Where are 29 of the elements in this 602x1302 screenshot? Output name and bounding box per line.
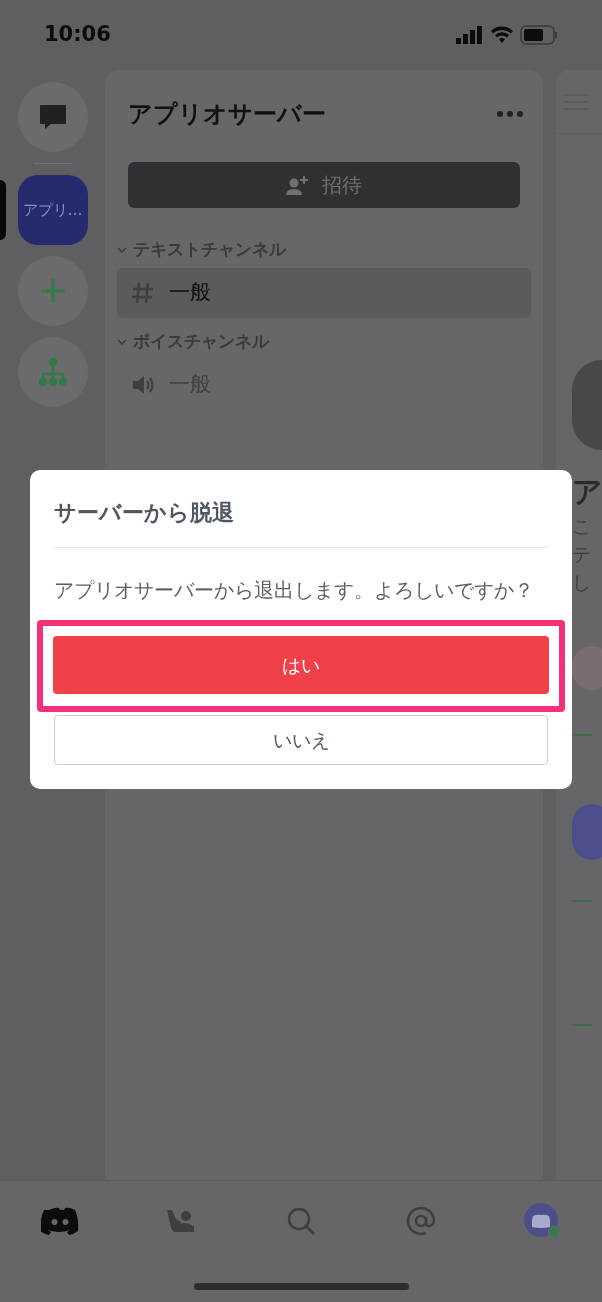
hierarchy-icon	[38, 358, 67, 386]
server-icon[interactable]: アプリ…	[17, 175, 88, 245]
cancel-button[interactable]: いいえ	[54, 715, 548, 765]
avatar	[572, 804, 602, 860]
avatar	[572, 646, 602, 690]
welcome-heading: ア	[572, 473, 602, 511]
battery-icon	[520, 25, 558, 45]
dialog-message: アプリオサーバーから退出します。よろしいですか？	[54, 577, 535, 604]
at-sign-icon	[406, 1206, 437, 1236]
plus-icon	[39, 278, 66, 304]
speaker-icon	[131, 373, 155, 397]
hash-icon	[131, 281, 155, 305]
logo-icon	[41, 1207, 80, 1235]
waving-person-icon	[164, 1207, 197, 1235]
signal-icon	[456, 26, 484, 44]
more-icon[interactable]	[497, 111, 523, 117]
chevron-icon	[117, 338, 127, 346]
invite-button[interactable]: 招待	[128, 162, 520, 208]
channel-item[interactable]: 一般	[117, 268, 531, 318]
dialog-title: サーバーから脱退	[54, 499, 235, 527]
wifi-icon	[490, 26, 514, 44]
chevron-icon	[117, 246, 127, 254]
confirm-button[interactable]: はい	[53, 636, 549, 694]
search-icon	[285, 1206, 316, 1236]
server-name: アプリオサーバー	[128, 99, 326, 130]
add-person-icon	[286, 175, 310, 195]
avatar-icon	[523, 1203, 560, 1239]
status-time: 10:06	[44, 21, 111, 49]
chat-bubble-icon	[37, 103, 68, 131]
